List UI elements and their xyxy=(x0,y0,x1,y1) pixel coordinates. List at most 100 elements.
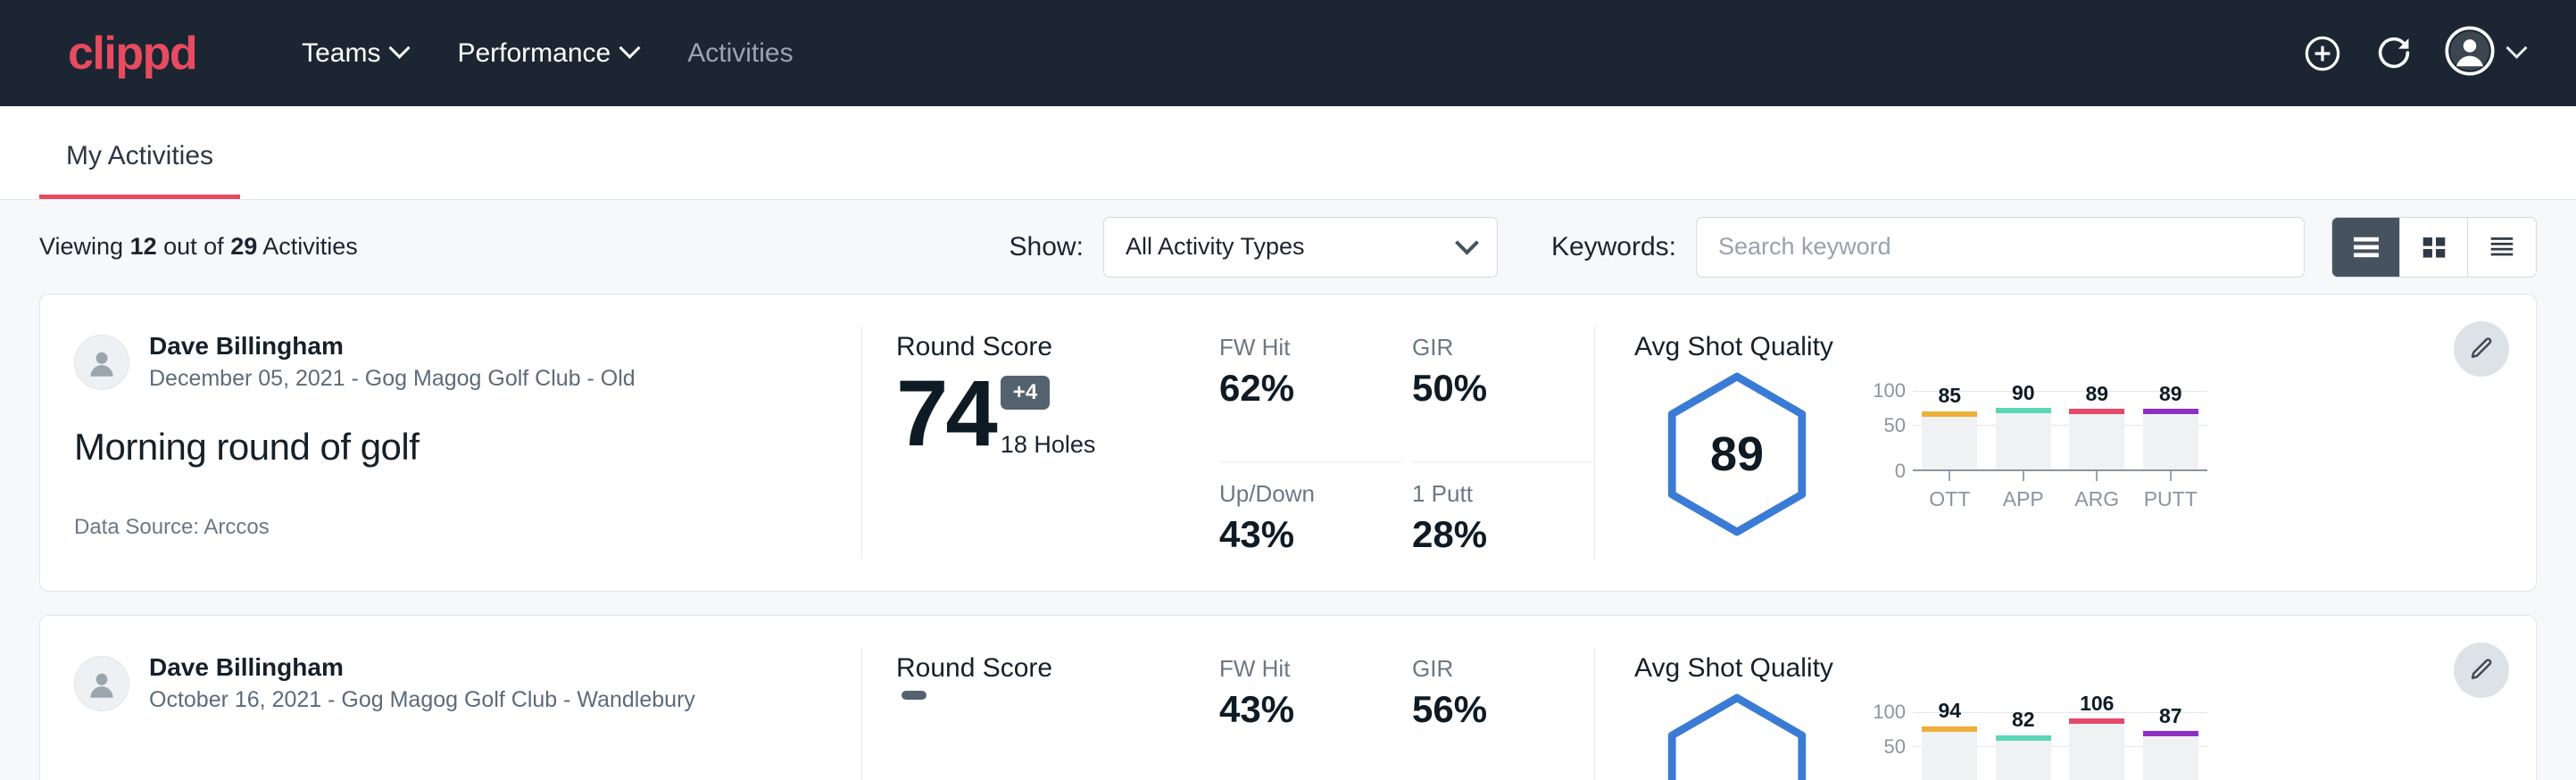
data-source: Data Source: Arccos xyxy=(74,515,861,540)
stat-fw-hit: FW Hit 62% xyxy=(1219,334,1401,462)
x-tick-label: OTT xyxy=(1929,487,1970,511)
viewing-summary: Viewing 12 out of 29 Activities xyxy=(39,233,358,261)
y-tick: 50 xyxy=(1884,414,1906,437)
activity-meta: December 05, 2021 - Gog Magog Golf Club … xyxy=(149,366,636,392)
stat-label: GIR xyxy=(1412,334,1575,361)
author-name: Dave Billingham xyxy=(149,653,695,682)
activity-type-select[interactable]: All Activity Types xyxy=(1103,217,1498,278)
round-stats: FW Hit 43% GIR 56% xyxy=(1219,616,1594,780)
bar-slot: 89 xyxy=(2143,391,2198,469)
refresh-icon[interactable] xyxy=(2373,33,2414,74)
holes-count: 18 Holes xyxy=(1001,431,1096,459)
nav-item-teams-label: Teams xyxy=(302,38,380,69)
viewing-total: 29 xyxy=(230,233,257,260)
header-actions xyxy=(2302,26,2524,80)
bar-ott xyxy=(1922,726,1977,780)
nav-item-performance[interactable]: Performance xyxy=(432,38,662,69)
avg-shot-quality-block: Avg Shot Quality 89 100 50 xyxy=(1595,295,2536,591)
viewing-prefix: Viewing xyxy=(39,233,130,260)
shot-quality-bar-chart: 100 50 0 85 xyxy=(1861,366,2207,511)
tab-my-activities[interactable]: My Activities xyxy=(39,141,240,199)
chart-y-axis: 100 50 0 xyxy=(1861,391,1913,471)
bar-slot: 85 xyxy=(1922,391,1977,469)
bar-value: 94 xyxy=(1938,699,1961,723)
stat-value: 62% xyxy=(1219,367,1382,410)
search-input[interactable]: Search keyword xyxy=(1696,217,2305,278)
y-tick: 100 xyxy=(1873,379,1906,402)
avatar xyxy=(74,335,129,390)
bar-value: 106 xyxy=(2080,692,2114,716)
stat-value: 43% xyxy=(1219,513,1382,556)
y-tick: 0 xyxy=(1895,460,1906,483)
chart-bars: 94 82 106 xyxy=(1913,712,2207,780)
bar-arg xyxy=(2069,409,2124,469)
grid-view-button[interactable] xyxy=(2400,218,2468,277)
x-tick-label: APP xyxy=(2003,487,2044,511)
edit-activity-button[interactable] xyxy=(2454,643,2509,698)
bar-slot: 106 xyxy=(2069,712,2124,780)
bar-putt xyxy=(2143,731,2198,780)
main-nav: Teams Performance Activities xyxy=(277,38,818,69)
stat-label: GIR xyxy=(1412,655,1575,683)
stat-label: Up/Down xyxy=(1219,480,1382,508)
list-view-button[interactable] xyxy=(2332,218,2400,277)
nav-item-teams[interactable]: Teams xyxy=(277,38,432,69)
chevron-down-icon xyxy=(1455,231,1479,255)
avg-shot-quality-label: Avg Shot Quality xyxy=(1634,653,2536,684)
activity-author: Dave Billingham October 16, 2021 - Gog M… xyxy=(74,653,861,713)
shot-quality-hexagon xyxy=(1662,693,1812,780)
keywords-label: Keywords: xyxy=(1551,232,1676,262)
viewing-suffix: Activities xyxy=(257,233,358,260)
edit-activity-button[interactable] xyxy=(2454,321,2509,377)
y-tick: 100 xyxy=(1873,701,1906,724)
round-score-label: Round Score xyxy=(896,653,1219,684)
nav-item-performance-label: Performance xyxy=(457,38,611,69)
avg-shot-quality-block: Avg Shot Quality 100 50 xyxy=(1595,616,2536,780)
show-label: Show: xyxy=(1010,232,1084,262)
bar-putt xyxy=(2143,409,2198,469)
bar-value: 89 xyxy=(2159,382,2182,406)
compact-view-button[interactable] xyxy=(2468,218,2536,277)
chart-x-axis: OTT APP ARG PUTT xyxy=(1913,471,2207,511)
score-to-par-badge xyxy=(902,691,927,700)
search-placeholder: Search keyword xyxy=(1718,233,1891,261)
bar-value: 85 xyxy=(1938,384,1961,408)
round-score-block: Round Score 74 +4 18 Holes xyxy=(862,295,1219,591)
round-stats: FW Hit 62% GIR 50% Up/Down 43% 1 Putt 28… xyxy=(1219,295,1594,591)
bar-slot: 89 xyxy=(2069,391,2124,469)
activity-info: Dave Billingham October 16, 2021 - Gog M… xyxy=(40,616,861,780)
nav-item-activities[interactable]: Activities xyxy=(662,38,818,69)
shot-quality-value: 89 xyxy=(1662,371,1812,537)
chevron-down-icon xyxy=(389,37,411,59)
stat-value: 43% xyxy=(1219,688,1382,731)
tab-bar: My Activities xyxy=(0,106,2576,200)
stat-label: FW Hit xyxy=(1219,655,1382,683)
activity-card[interactable]: Dave Billingham December 05, 2021 - Gog … xyxy=(39,294,2537,592)
stat-up-down: Up/Down 43% xyxy=(1219,480,1401,592)
viewing-mid: out of xyxy=(157,233,231,260)
plus-circle-icon[interactable] xyxy=(2302,33,2343,74)
bar-app xyxy=(1996,408,2051,469)
stat-label: FW Hit xyxy=(1219,334,1382,361)
round-score-block: Round Score xyxy=(862,616,1219,780)
bar-slot: 94 xyxy=(1922,712,1977,780)
stat-value: 56% xyxy=(1412,688,1575,731)
viewing-count: 12 xyxy=(130,233,157,260)
bar-slot: 90 xyxy=(1996,391,2051,469)
activity-card-list: Dave Billingham December 05, 2021 - Gog … xyxy=(0,294,2576,780)
clippd-logo[interactable]: clippd xyxy=(68,30,196,77)
chevron-down-icon xyxy=(2505,37,2527,59)
bar-slot: 87 xyxy=(2143,712,2198,780)
shot-quality-hexagon: 89 xyxy=(1662,371,1812,537)
activity-type-value: All Activity Types xyxy=(1126,233,1458,261)
avg-shot-quality-label: Avg Shot Quality xyxy=(1634,332,2536,362)
shot-quality-bar-chart: 100 50 0 94 xyxy=(1861,687,2207,780)
y-tick: 50 xyxy=(1884,735,1906,759)
activity-card[interactable]: Dave Billingham October 16, 2021 - Gog M… xyxy=(39,615,2537,780)
stat-label: 1 Putt xyxy=(1412,480,1575,508)
account-menu[interactable] xyxy=(2445,26,2524,80)
x-tick-label: PUTT xyxy=(2144,487,2198,511)
bar-arg xyxy=(2069,718,2124,780)
round-score-value: 74 xyxy=(896,369,995,459)
chart-plot-area: 94 82 106 xyxy=(1913,712,2207,780)
